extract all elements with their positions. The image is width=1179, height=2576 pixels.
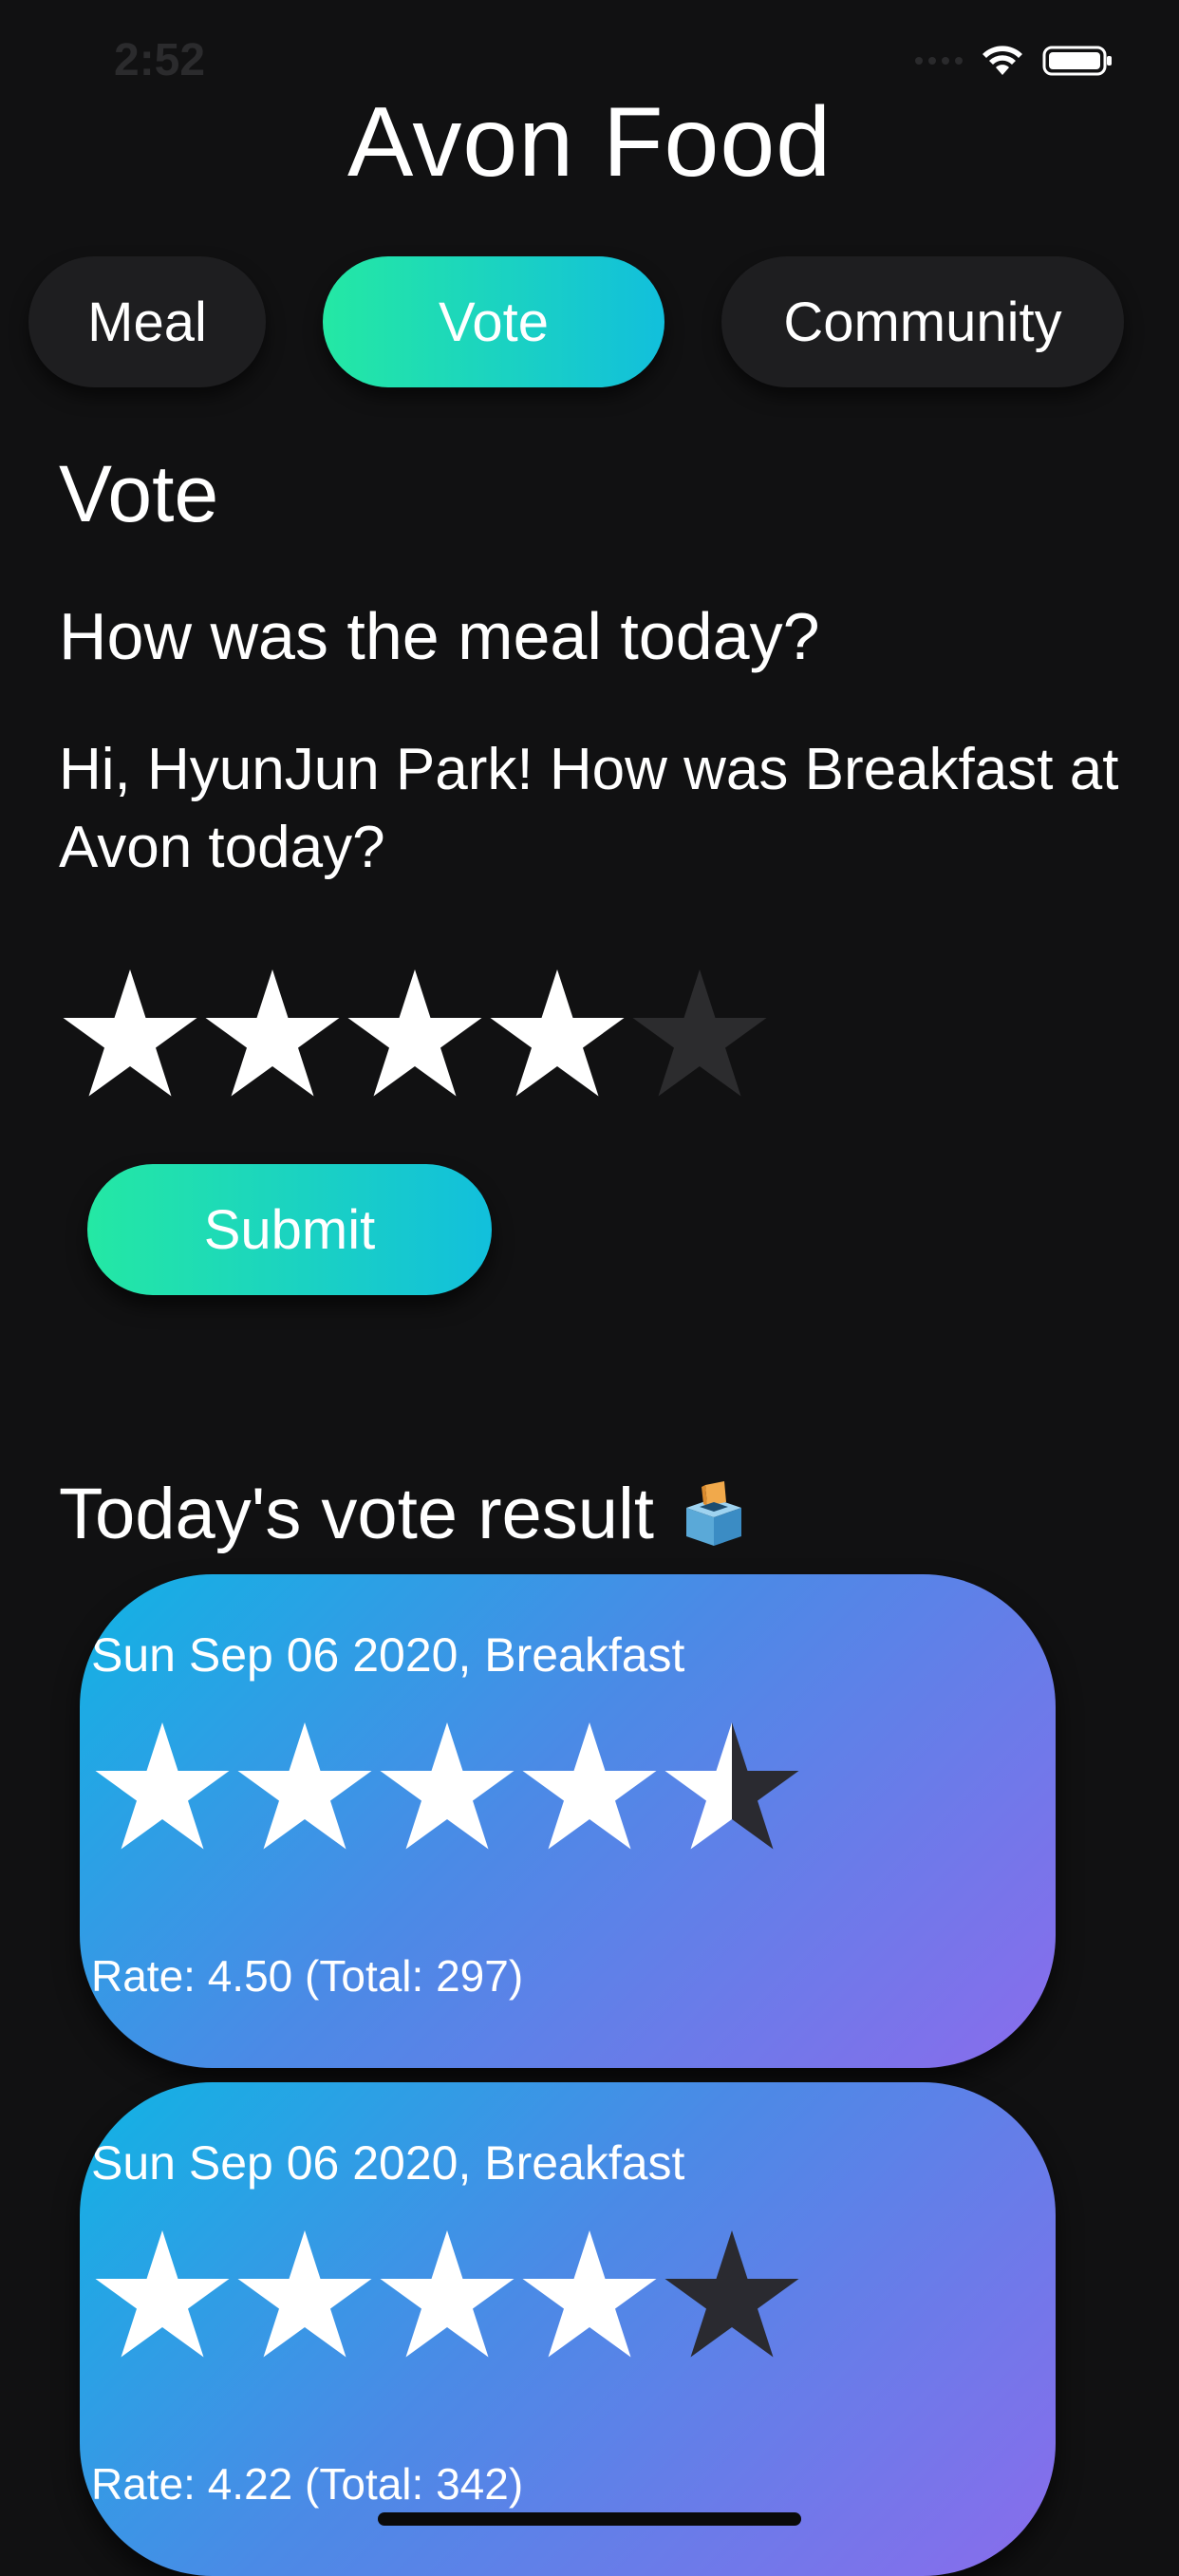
home-indicator <box>378 2512 801 2526</box>
vote-greeting: Hi, HyunJun Park! How was Breakfast at A… <box>59 737 1119 880</box>
result-star-3 <box>380 2230 515 2358</box>
tab-meal[interactable]: Meal <box>28 256 266 387</box>
result-star-3 <box>380 1722 515 1850</box>
rating-star-2[interactable] <box>201 964 344 1106</box>
app-title: Avon Food <box>346 87 833 197</box>
tab-vote[interactable]: Vote <box>323 256 664 387</box>
rating-star-1[interactable] <box>59 964 201 1106</box>
result-star-4 <box>522 2230 657 2358</box>
page-title: Vote <box>59 449 219 538</box>
result-star-4 <box>522 1722 657 1850</box>
result-star-2 <box>237 2230 372 2358</box>
result-stars <box>91 1717 803 1859</box>
ballot-box-icon <box>686 1481 742 1546</box>
rating-star-4[interactable] <box>486 964 628 1106</box>
result-star-2 <box>237 1722 372 1850</box>
result-star-1 <box>95 1722 230 1850</box>
tab-bar: Meal Vote Community <box>0 256 1179 387</box>
result-star-5 <box>664 2230 799 2358</box>
result-date: Sun Sep 06 2020, Breakfast <box>91 2136 685 2190</box>
wifi-icon <box>982 46 1022 75</box>
status-icons <box>915 44 1114 78</box>
submit-button[interactable]: Submit <box>87 1164 492 1295</box>
results-heading-text: Today's vote result <box>59 1474 655 1554</box>
status-time: 2:52 <box>114 35 206 85</box>
vote-result-card: Sun Sep 06 2020, Breakfast Rate: 4.50 (T… <box>80 1574 1056 2068</box>
result-date: Sun Sep 06 2020, Breakfast <box>91 1628 685 1682</box>
results-heading: Today's vote result <box>59 1462 749 1567</box>
result-star-1 <box>95 2230 230 2358</box>
result-stars <box>91 2225 803 2367</box>
rating-star-5[interactable] <box>628 964 771 1106</box>
result-rate: Rate: 4.50 (Total: 297) <box>91 1951 524 2001</box>
rating-input <box>59 964 771 1106</box>
vote-result-card: Sun Sep 06 2020, Breakfast Rate: 4.22 (T… <box>80 2082 1056 2576</box>
result-star-5 <box>664 1722 799 1850</box>
rating-star-3[interactable] <box>344 964 486 1106</box>
battery-icon <box>1042 46 1112 76</box>
result-rate: Rate: 4.22 (Total: 342) <box>91 2459 524 2509</box>
vote-question: How was the meal today? <box>59 599 820 673</box>
signal-icon <box>915 57 963 65</box>
tab-community[interactable]: Community <box>721 256 1124 387</box>
